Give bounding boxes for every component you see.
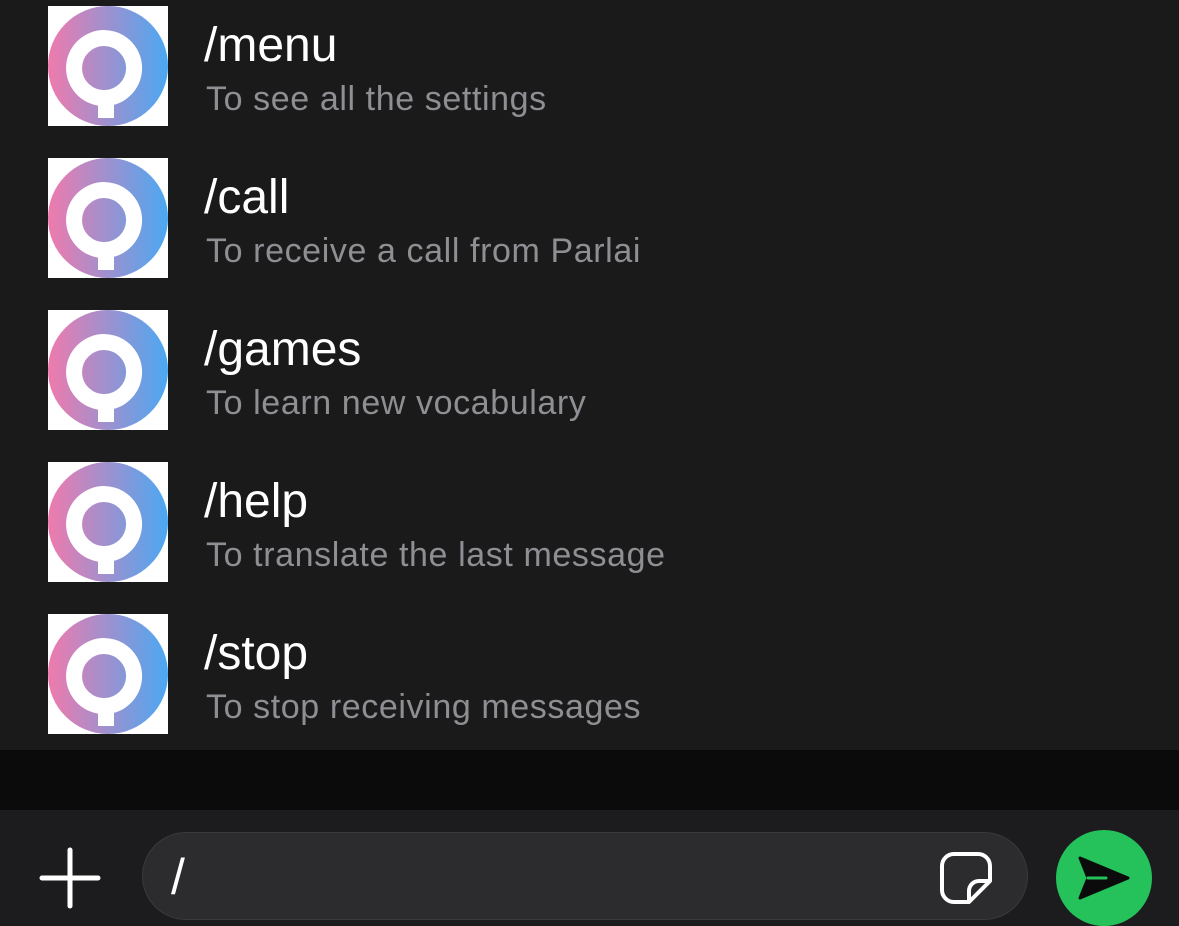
parlai-logo-icon: [48, 158, 168, 278]
parlai-logo-icon: [48, 462, 168, 582]
parlai-logo-icon: [48, 310, 168, 430]
command-description: To learn new vocabulary: [206, 384, 587, 422]
command-description: To stop receiving messages: [206, 688, 642, 726]
attach-button[interactable]: [38, 846, 102, 910]
command-description: To see all the settings: [206, 80, 547, 118]
message-input-container[interactable]: [142, 832, 1028, 920]
command-title: /games: [204, 323, 362, 376]
parlai-logo-icon: [48, 614, 168, 734]
sticker-button[interactable]: [939, 851, 993, 905]
avatar: [48, 6, 168, 126]
parlai-logo-icon: [48, 6, 168, 126]
command-description: To translate the last message: [206, 536, 666, 574]
send-icon: [1078, 856, 1130, 900]
command-item-menu[interactable]: /menu To see all the settings: [0, 0, 1179, 152]
avatar: [48, 614, 168, 734]
command-title: /menu: [204, 19, 338, 72]
command-item-help[interactable]: /help To translate the last message: [0, 456, 1179, 608]
divider: [0, 750, 1179, 810]
command-description: To receive a call from Parlai: [206, 232, 641, 270]
avatar: [48, 310, 168, 430]
command-title: /help: [204, 475, 309, 528]
message-input[interactable]: [171, 847, 911, 907]
plus-icon: [39, 847, 101, 909]
command-item-games[interactable]: /games To learn new vocabulary: [0, 304, 1179, 456]
command-item-call[interactable]: /call To receive a call from Parlai: [0, 152, 1179, 304]
chat-screen: /menu To see all the settings /call To r…: [0, 0, 1179, 926]
command-title: /call: [204, 171, 290, 224]
send-button[interactable]: [1056, 830, 1152, 926]
command-suggestion-list: /menu To see all the settings /call To r…: [0, 0, 1179, 750]
avatar: [48, 158, 168, 278]
avatar: [48, 462, 168, 582]
command-item-stop[interactable]: /stop To stop receiving messages: [0, 608, 1179, 760]
sticker-icon: [940, 852, 992, 904]
message-composer: [0, 810, 1179, 926]
command-title: /stop: [204, 627, 309, 680]
